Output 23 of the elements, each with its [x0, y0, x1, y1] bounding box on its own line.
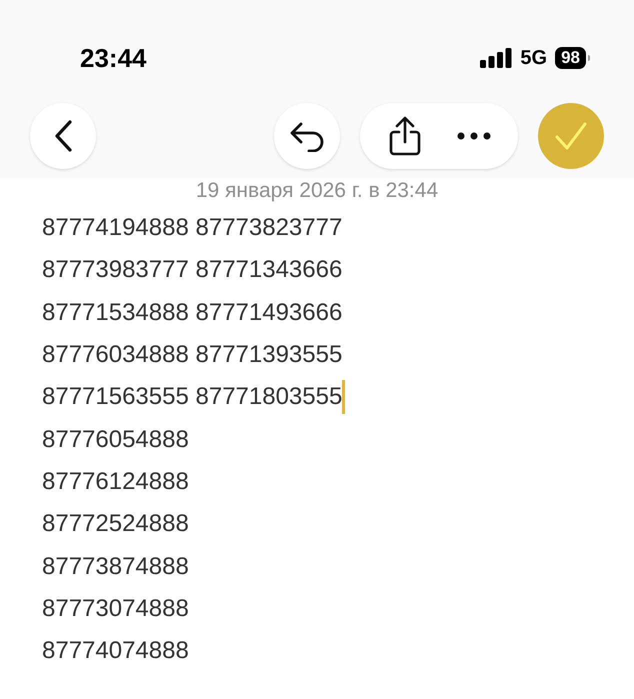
note-line: 87772524888: [42, 509, 189, 540]
note-line: 87773074888: [42, 594, 189, 624]
undo-button[interactable]: [274, 103, 340, 169]
note-line: 87773874888: [42, 552, 189, 582]
undo-icon: [289, 120, 325, 152]
note-line: 87774194888 87773823777: [42, 213, 342, 244]
battery-indicator: 98: [555, 47, 586, 69]
note-line: 87773983777 87771343666: [42, 255, 342, 286]
status-time: 23:44: [80, 42, 146, 74]
checkmark-icon: [554, 121, 588, 151]
share-icon[interactable]: [388, 116, 422, 156]
back-icon: [54, 120, 72, 152]
note-line: 87776124888: [42, 466, 189, 497]
more-icon[interactable]: [456, 132, 490, 140]
note-line: 87771534888 87771493666: [42, 298, 342, 328]
network-label: 5G: [520, 46, 548, 71]
note-line: 87771563555 87771803555: [42, 382, 342, 412]
note-line: 87776054888: [42, 424, 189, 455]
back-button[interactable]: [30, 103, 96, 169]
note-line: 87776034888 87771393555: [42, 340, 342, 370]
note-line: 87774074888: [42, 636, 189, 666]
signal-icon: [480, 48, 512, 68]
note-date: 19 января 2026 г. в 23:44: [196, 178, 438, 204]
